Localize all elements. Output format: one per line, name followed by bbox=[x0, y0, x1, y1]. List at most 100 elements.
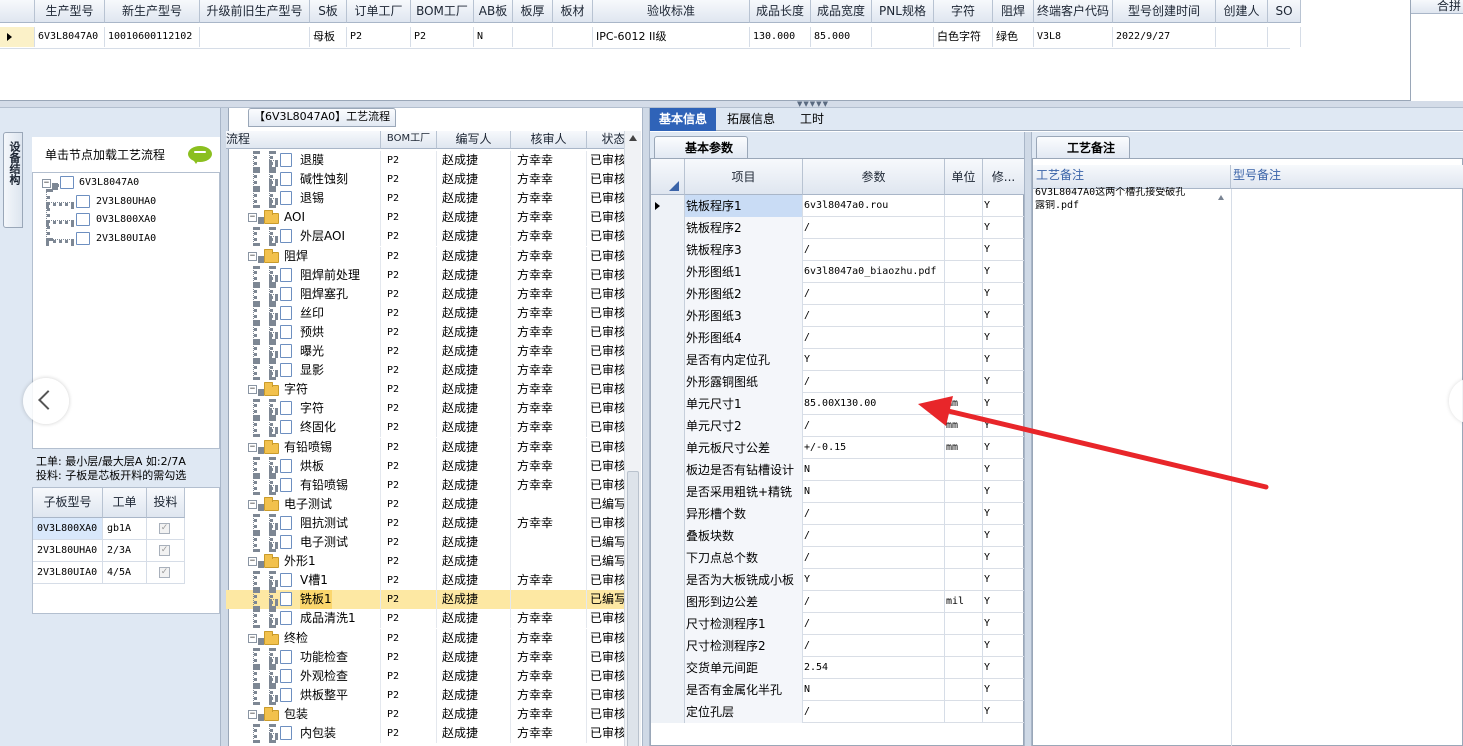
scroll-up-icon[interactable] bbox=[629, 135, 637, 141]
detail-tab-2[interactable]: 工时 bbox=[794, 108, 830, 131]
nav-prev-button[interactable] bbox=[23, 378, 69, 424]
process-step[interactable]: 阻焊前处理 bbox=[300, 266, 360, 285]
param-cell-param[interactable]: / bbox=[803, 547, 945, 569]
sub-cell[interactable]: 2V3L80UHA0 bbox=[33, 540, 103, 562]
param-row[interactable]: 定位孔层 / Y bbox=[651, 701, 1025, 723]
process-step-group[interactable]: 有铅喷锡 bbox=[284, 438, 332, 457]
param-row[interactable]: 尺寸检测程序1/ Y bbox=[651, 613, 1025, 635]
top-col-header[interactable]: 字符 bbox=[934, 0, 993, 23]
top-col-header[interactable]: AB板 bbox=[474, 0, 513, 23]
top-cell[interactable] bbox=[872, 27, 934, 47]
subtab-basic-params[interactable]: 基本参数 bbox=[654, 136, 748, 158]
process-step[interactable]: 铣板1 bbox=[300, 590, 332, 609]
param-row[interactable]: 是否有金属化半孔 N Y bbox=[651, 679, 1025, 701]
top-col-header[interactable]: 板厚 bbox=[513, 0, 553, 23]
param-row[interactable]: 外形图纸2/ Y bbox=[651, 283, 1025, 305]
param-row[interactable]: 尺寸检测程序2/ Y bbox=[651, 635, 1025, 657]
process-row[interactable]: 烘板整平 P2 赵成捷 方幸幸 已审核 bbox=[226, 686, 624, 705]
top-cell[interactable] bbox=[513, 27, 553, 47]
top-col-header[interactable]: PNL规格 bbox=[872, 0, 934, 23]
process-row[interactable]: 外观检查 P2 赵成捷 方幸幸 已审核 bbox=[226, 667, 624, 686]
top-cell[interactable]: 2022/9/27 bbox=[1113, 27, 1216, 47]
top-cell[interactable]: P2 bbox=[347, 27, 411, 47]
param-row[interactable]: 叠板块数 / Y bbox=[651, 525, 1025, 547]
param-row[interactable]: 外形露铜图纸 / Y bbox=[651, 371, 1025, 393]
process-step[interactable]: 成品清洗1 bbox=[300, 609, 356, 628]
top-col-header[interactable]: 型号创建时间 bbox=[1113, 0, 1216, 23]
horizontal-splitter[interactable] bbox=[0, 101, 1463, 108]
process-row[interactable]: − 包装 P2 赵成捷 方幸幸 已审核 bbox=[226, 705, 624, 724]
top-cell[interactable]: 6V3L8047A0 bbox=[35, 27, 105, 47]
top-cell[interactable]: V3L8 bbox=[1034, 27, 1113, 47]
process-note-line-1[interactable]: 6V3L8047A0这两个槽孔接受破孔 bbox=[1035, 187, 1217, 199]
process-step-group[interactable]: 终检 bbox=[284, 629, 308, 648]
detail-tab-1[interactable]: 拓展信息 bbox=[718, 108, 784, 131]
process-row[interactable]: 外层AOI P2 赵成捷 方幸幸 已审核 bbox=[226, 227, 624, 246]
folder-collapse-icon[interactable]: − bbox=[248, 500, 257, 509]
sub-col-header[interactable]: 工单 bbox=[103, 488, 147, 518]
param-cell-param[interactable]: 6v3l8047a0_biaozhu.pdf bbox=[803, 261, 945, 283]
param-cell-param[interactable]: / bbox=[803, 327, 945, 349]
process-step[interactable]: 烘板整平 bbox=[300, 686, 348, 705]
process-row[interactable]: − 阻焊 P2 赵成捷 方幸幸 已审核 bbox=[226, 247, 624, 266]
process-row[interactable]: V槽1 P2 赵成捷 方幸幸 已审核 bbox=[226, 571, 624, 590]
param-row[interactable]: 异形槽个数 / Y bbox=[651, 503, 1025, 525]
param-row[interactable]: 铣板程序1 6v3l8047a0.rou Y bbox=[651, 195, 1025, 217]
vertical-tab-device-structure[interactable]: 设备结构 bbox=[3, 132, 23, 228]
process-step[interactable]: 烘板 bbox=[300, 457, 324, 476]
process-row[interactable]: 阻抗测试 P2 赵成捷 方幸幸 已审核 bbox=[226, 514, 624, 533]
param-cell-param[interactable]: N bbox=[803, 679, 945, 701]
feed-checkbox[interactable]: ✓ bbox=[159, 545, 170, 556]
top-cell[interactable]: N bbox=[474, 27, 513, 47]
top-cell[interactable] bbox=[1216, 27, 1268, 47]
param-row[interactable]: 铣板程序3/ Y bbox=[651, 239, 1025, 261]
param-row[interactable]: 铣板程序2/ Y bbox=[651, 217, 1025, 239]
param-cell-param[interactable]: / bbox=[803, 635, 945, 657]
feed-checkbox[interactable]: ✓ bbox=[159, 567, 170, 578]
param-row[interactable]: 外形图纸4/ Y bbox=[651, 327, 1025, 349]
process-step[interactable]: 预烘 bbox=[300, 323, 324, 342]
tree-collapse-icon[interactable]: − bbox=[42, 179, 51, 188]
process-step-group[interactable]: 阻焊 bbox=[284, 247, 308, 266]
param-row[interactable]: 图形到边公差 / mil Y bbox=[651, 591, 1025, 613]
process-step[interactable]: 功能检查 bbox=[300, 648, 348, 667]
param-cell-param[interactable]: 2.54 bbox=[803, 657, 945, 679]
top-cell[interactable] bbox=[553, 27, 593, 47]
param-row[interactable]: 交货单元间距 2.54 Y bbox=[651, 657, 1025, 679]
process-step[interactable]: 内包装 bbox=[300, 724, 336, 743]
process-row[interactable]: 烘板 P2 赵成捷 方幸幸 已审核 bbox=[226, 457, 624, 476]
process-step[interactable]: 外观检查 bbox=[300, 667, 348, 686]
sub-cell[interactable]: gb1A bbox=[103, 518, 147, 540]
process-row[interactable]: − 字符 P2 赵成捷 方幸幸 已审核 bbox=[226, 380, 624, 399]
top-col-header[interactable]: BOM工厂 bbox=[411, 0, 474, 23]
param-col-header[interactable]: 项目 bbox=[685, 159, 803, 195]
process-step[interactable]: 有铅喷锡 bbox=[300, 476, 348, 495]
param-row[interactable]: 板边是否有钻槽设计 N Y bbox=[651, 459, 1025, 481]
process-note-line-2[interactable]: 露铜.pdf bbox=[1035, 200, 1217, 212]
param-cell-param[interactable]: 85.00X130.00 bbox=[803, 393, 945, 415]
param-row[interactable]: 下刀点总个数 / Y bbox=[651, 547, 1025, 569]
param-row[interactable]: 单元尺寸2/mm Y bbox=[651, 415, 1025, 437]
top-col-header[interactable]: S板 bbox=[310, 0, 347, 23]
process-row[interactable]: 字符 P2 赵成捷 方幸幸 已审核 bbox=[226, 399, 624, 418]
note-scroll-up-icon[interactable] bbox=[1218, 195, 1224, 200]
process-row[interactable]: 终固化 P2 赵成捷 方幸幸 已审核 bbox=[226, 418, 624, 437]
top-cell[interactable]: 绿色 bbox=[993, 27, 1034, 47]
top-col-header[interactable]: 生产型号 bbox=[35, 0, 105, 23]
param-row[interactable]: 是否为大板铣成小板 Y Y bbox=[651, 569, 1025, 591]
tree-root[interactable]: 6V3L8047A0 bbox=[79, 173, 139, 193]
param-cell-param[interactable]: +/-0.15 bbox=[803, 437, 945, 459]
top-col-header[interactable]: SO bbox=[1268, 0, 1301, 23]
process-row[interactable]: 碱性蚀刻 P2 赵成捷 方幸幸 已审核 bbox=[226, 170, 624, 189]
process-step[interactable]: 阻抗测试 bbox=[300, 514, 348, 533]
top-cell[interactable] bbox=[1268, 27, 1301, 47]
sub-cell[interactable]: 2V3L80UIA0 bbox=[33, 562, 103, 584]
notes-splitter[interactable] bbox=[1024, 132, 1032, 746]
param-cell-param[interactable]: Y bbox=[803, 349, 945, 371]
param-row[interactable]: 外形图纸1 6v3l8047a0_biaozhu.pdf Y bbox=[651, 261, 1025, 283]
param-cell-param[interactable]: / bbox=[803, 613, 945, 635]
param-cell-param[interactable]: / bbox=[803, 591, 945, 613]
folder-collapse-icon[interactable]: − bbox=[248, 443, 257, 452]
process-step[interactable]: 退膜 bbox=[300, 151, 324, 170]
process-step[interactable]: 终固化 bbox=[300, 418, 336, 437]
